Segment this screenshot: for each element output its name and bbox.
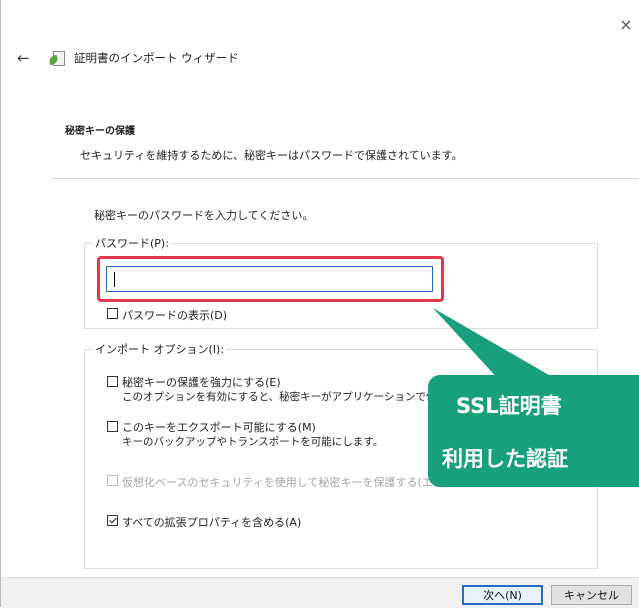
callout-line-2: 利用した認証 — [442, 447, 568, 471]
strong-protection-label: 秘密キーの保護を強力にする(E) — [122, 376, 281, 389]
header-divider — [51, 178, 639, 179]
vbs-protection-checkbox — [107, 475, 118, 486]
show-password-checkbox[interactable]: パスワードの表示(D) — [107, 307, 227, 323]
wizard-header: ← 証明書のインポート ウィザード — [17, 48, 239, 68]
certificate-icon — [47, 50, 65, 66]
show-password-label: パスワードの表示(D) — [122, 309, 228, 322]
import-options-label: インポート オプション(I): — [95, 343, 225, 356]
wizard-footer: 次へ(N) キャンセル — [1, 577, 639, 608]
section-description: セキュリティを維持するために、秘密キーはパスワードで保護されています。 — [80, 149, 463, 162]
strong-protection-description: このオプションを有効にすると、秘密キーがアプリケーションで使わ — [122, 391, 447, 403]
extended-properties-checkbox[interactable] — [107, 515, 118, 526]
vbs-protection-label: 仮想化ベースのセキュリティを使用して秘密キーを保護する(エクス — [122, 476, 455, 489]
strong-protection-option[interactable]: 秘密キーの保護を強力にする(E) このオプションを有効にすると、秘密キーがアプリ… — [107, 375, 447, 405]
cancel-button[interactable]: キャンセル — [551, 585, 632, 605]
extended-properties-label: すべての拡張プロパティを含める(A) — [122, 516, 302, 529]
exportable-checkbox[interactable] — [107, 421, 118, 432]
certificate-import-wizard: × ← 証明書のインポート ウィザード 秘密キーの保護 セキュリティを維持するた… — [0, 0, 639, 608]
password-label: パスワード(P): — [95, 237, 169, 250]
vbs-protection-option: 仮想化ベースのセキュリティを使用して秘密キーを保護する(エクス — [107, 474, 454, 490]
wizard-title: 証明書のインポート ウィザード — [74, 51, 239, 65]
callout-line-1: SSL証明書 — [456, 394, 562, 418]
password-instruction: 秘密キーのパスワードを入力してください。 — [94, 209, 314, 222]
extended-properties-option[interactable]: すべての拡張プロパティを含める(A) — [107, 514, 301, 530]
next-button[interactable]: 次へ(N) — [462, 585, 543, 605]
strong-protection-checkbox[interactable] — [107, 376, 118, 387]
exportable-option[interactable]: このキーをエクスポート可能にする(M) キーのバックアップやトランスポートを可能… — [107, 420, 383, 450]
back-arrow-icon[interactable]: ← — [17, 49, 37, 67]
exportable-label: このキーをエクスポート可能にする(M) — [122, 421, 316, 434]
section-heading: 秘密キーの保護 — [65, 126, 135, 137]
show-password-box[interactable] — [107, 308, 118, 319]
exportable-description: キーのバックアップやトランスポートを可能にします。 — [122, 436, 384, 448]
close-icon[interactable]: × — [619, 17, 633, 33]
annotation-callout: SSL証明書 利用した認証 — [428, 375, 639, 487]
highlight-frame — [97, 256, 444, 302]
